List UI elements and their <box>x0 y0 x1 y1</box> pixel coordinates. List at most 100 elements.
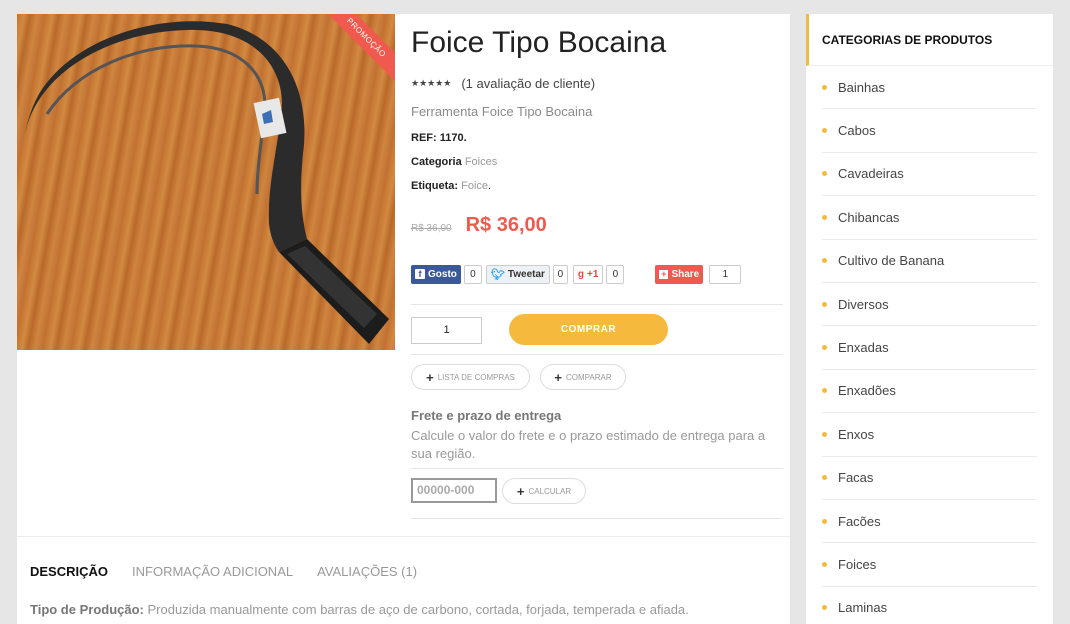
quantity-input[interactable]: 1 <box>411 317 482 344</box>
shipping-description: Calcule o valor do frete e o prazo estim… <box>411 428 766 461</box>
plus-icon: + <box>426 369 434 385</box>
sidebar-item-bainhas[interactable]: Bainhas <box>822 66 1037 110</box>
short-description: Ferramenta Foice Tipo Bocaina <box>411 104 593 119</box>
product-category: Categoria Foices <box>411 156 497 168</box>
sidebar-item-cavadeiras[interactable]: Cavadeiras <box>822 153 1037 197</box>
sale-price: R$ 36,00 <box>465 214 547 236</box>
tweet-label: Tweetar <box>507 268 545 280</box>
sidebar-item-label: Bainhas <box>838 79 885 95</box>
share-label: Share <box>671 268 700 280</box>
bullet-icon <box>822 301 827 307</box>
sidebar-item-enxadas[interactable]: Enxadas <box>822 326 1037 370</box>
sidebar-item-laminas[interactable]: Laminas <box>822 587 1037 624</box>
sickle-image <box>25 21 389 344</box>
tweet-count: 0 <box>552 264 568 284</box>
google-plus-label: +1 <box>587 268 599 280</box>
sidebar-item-label: Diversos <box>838 296 889 312</box>
sidebar-item-label: Cultivo de Banana <box>838 253 945 269</box>
calculate-shipping-button[interactable]: + CALCULAR <box>502 478 586 504</box>
tweet-button[interactable]: 🐦︎ Tweetar <box>485 264 550 284</box>
category-label: Categoria <box>411 156 462 168</box>
sidebar-item-facoes[interactable]: Facões <box>822 500 1037 544</box>
category-list: Bainhas Cabos Cavadeiras Chibancas Culti… <box>822 66 1037 624</box>
product-ref: REF: 1170. <box>411 132 467 144</box>
section-divider <box>17 536 790 537</box>
sidebar-item-enxadoes[interactable]: Enxadões <box>822 370 1037 414</box>
sidebar-item-label: Enxadas <box>838 340 889 356</box>
ref-value: 1170. <box>439 132 467 144</box>
google-plus-count: 0 <box>606 264 625 284</box>
sidebar-item-cabos[interactable]: Cabos <box>822 109 1037 153</box>
divider <box>411 304 783 305</box>
sidebar-item-label: Foices <box>838 556 877 572</box>
bullet-icon <box>822 605 827 611</box>
category-link[interactable]: Foices <box>465 156 497 168</box>
description-text: Tipo de Produção: Produzida manualmente … <box>30 602 689 617</box>
tag-suffix: . <box>488 180 492 192</box>
description-body: Produzida manualmente com barras de aço … <box>143 602 689 617</box>
tab-description[interactable]: DESCRIÇÃO <box>30 564 108 579</box>
product-tabs: DESCRIÇÃO INFORMAÇÃO ADICIONAL AVALIAÇÕE… <box>30 564 417 579</box>
facebook-like-count: 0 <box>463 264 482 284</box>
bullet-icon <box>822 84 827 90</box>
sidebar-item-chibancas[interactable]: Chibancas <box>822 196 1037 240</box>
review-count-link[interactable]: (1 avaliação de cliente) <box>461 76 595 91</box>
google-plus-button[interactable]: g +1 <box>572 264 604 284</box>
bullet-icon <box>822 128 827 134</box>
sidebar-item-diversos[interactable]: Diversos <box>822 283 1037 327</box>
share-count: 1 <box>709 264 742 284</box>
product-image[interactable]: PROMOÇÃO <box>17 14 395 350</box>
wishlist-label: LISTA DE COMPRAS <box>437 372 515 382</box>
tab-reviews[interactable]: AVALIAÇÕES (1) <box>317 564 417 579</box>
sidebar-item-label: Cabos <box>838 123 876 139</box>
bullet-icon <box>822 258 827 264</box>
tab-additional-info[interactable]: INFORMAÇÃO ADICIONAL <box>132 564 293 579</box>
sidebar-title: CATEGORIAS DE PRODUTOS <box>806 14 1053 66</box>
category-sidebar: CATEGORIAS DE PRODUTOS Bainhas Cabos Cav… <box>806 14 1053 624</box>
rating-row: ★★★★★ (1 avaliação de cliente) <box>411 76 595 91</box>
buy-button[interactable]: COMPRAR <box>509 314 668 345</box>
google-plus-icon: g <box>577 268 585 280</box>
product-tag: Etiqueta: Foice. <box>411 180 491 192</box>
facebook-like-button[interactable]: f Gosto <box>411 264 461 284</box>
ref-label: REF: <box>411 132 437 144</box>
sidebar-item-label: Laminas <box>838 600 888 616</box>
add-to-wishlist-button[interactable]: + LISTA DE COMPRAS <box>411 364 530 390</box>
star-rating-icon: ★★★★★ <box>411 78 452 88</box>
bullet-icon <box>822 561 827 567</box>
divider <box>411 354 783 355</box>
compare-label: COMPARAR <box>565 372 612 382</box>
sidebar-item-cultivo-de-banana[interactable]: Cultivo de Banana <box>822 240 1037 283</box>
sidebar-item-label: Enxadões <box>838 383 896 399</box>
share-button[interactable]: + Share <box>655 264 704 284</box>
old-price: R$ 36,00 <box>411 223 452 234</box>
description-label: Tipo de Produção: <box>30 602 144 617</box>
bullet-icon <box>822 518 827 524</box>
tag-label: Etiqueta: <box>411 180 459 192</box>
product-card: PROMOÇÃO Foice Tipo Bocaina ★★★★★ (1 ava… <box>17 14 790 624</box>
share-row: f Gosto 0 🐦︎ Tweetar 0 g +1 0 + Share 1 <box>411 264 742 284</box>
sidebar-item-label: Enxos <box>838 426 875 442</box>
sidebar-item-enxos[interactable]: Enxos <box>822 413 1037 457</box>
tag-link[interactable]: Foice <box>461 180 488 192</box>
sidebar-item-label: Chibancas <box>838 209 900 225</box>
sidebar-item-foices[interactable]: Foices <box>822 543 1037 587</box>
sidebar-item-facas[interactable]: Facas <box>822 457 1037 500</box>
sidebar-item-label: Facões <box>838 513 881 529</box>
facebook-icon: f <box>415 269 425 279</box>
twitter-icon: 🐦︎ <box>490 268 505 281</box>
compare-button[interactable]: + COMPARAR <box>540 364 626 390</box>
bullet-icon <box>822 214 827 220</box>
product-title: Foice Tipo Bocaina <box>411 26 667 59</box>
sidebar-item-label: Cavadeiras <box>838 166 904 182</box>
bullet-icon <box>822 345 827 351</box>
facebook-like-label: Gosto <box>428 268 457 280</box>
divider <box>411 468 783 469</box>
price-row: R$ 36,00 R$ 36,00 <box>411 214 547 237</box>
cep-input[interactable]: 00000-000 <box>411 478 497 503</box>
bullet-icon <box>822 388 827 394</box>
plus-icon: + <box>554 369 562 385</box>
bullet-icon <box>822 171 827 177</box>
plus-icon: + <box>516 483 525 499</box>
sidebar-item-label: Facas <box>838 470 874 486</box>
